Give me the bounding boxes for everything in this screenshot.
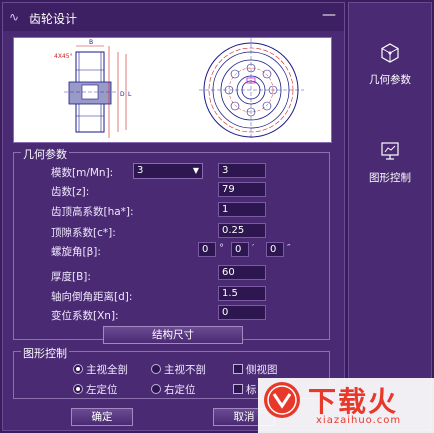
- watermark: 下载火 xiazaihuo.com: [258, 378, 434, 433]
- right-pos-label: 右定位: [164, 384, 196, 396]
- dim-l: L: [128, 91, 132, 98]
- cube-icon: [381, 43, 399, 63]
- right-pos-radio[interactable]: [151, 384, 161, 394]
- mark-label: 标: [246, 384, 257, 396]
- mark-checkbox[interactable]: [233, 384, 243, 394]
- sidebar: 几何参数 图形控制: [348, 2, 432, 431]
- teeth-label: 齿数[z]:: [51, 186, 90, 198]
- sidebar-item-geometry[interactable]: 几何参数: [349, 41, 431, 87]
- left-pos-radio[interactable]: [73, 384, 83, 394]
- structure-button[interactable]: 结构尺寸: [103, 326, 243, 344]
- title-bar: ∿ 齿轮设计 —: [3, 3, 344, 31]
- gear-preview: 4X45° B D L: [13, 37, 332, 143]
- gear-side-view: 4X45° B D L: [54, 39, 132, 138]
- minimize-button[interactable]: —: [322, 7, 336, 23]
- main-full-label: 主视全剖: [86, 364, 128, 376]
- shift-field[interactable]: 0: [218, 305, 266, 320]
- helix-second-field[interactable]: 0: [266, 242, 284, 257]
- second-symbol: ″: [287, 243, 291, 254]
- thickness-label: 厚度[B]:: [51, 271, 91, 283]
- helix-label: 螺旋角[β]:: [51, 246, 101, 258]
- dim-d: D: [120, 91, 125, 98]
- dim-b: B: [89, 39, 93, 46]
- window-title: 齿轮设计: [29, 12, 78, 26]
- app-icon: ∿: [9, 10, 20, 24]
- gear-front-view: [199, 38, 304, 140]
- degree-symbol: °: [219, 243, 224, 254]
- main-panel: ∿ 齿轮设计 — 4X45° B D L 几何参数 模数[m/Mn]: 3 ▼ …: [2, 2, 345, 431]
- clearance-field[interactable]: 0.25: [218, 223, 266, 238]
- chamfer-label-text: 轴向倒角距离[d]:: [51, 291, 133, 303]
- side-view-label: 侧视图: [246, 364, 278, 376]
- graphics-group-title: 图形控制: [21, 345, 69, 361]
- sidebar-item-graphics[interactable]: 图形控制: [349, 139, 431, 185]
- main-none-radio[interactable]: [151, 364, 161, 374]
- shift-label: 变位系数[Xn]:: [51, 310, 119, 322]
- sidebar-geometry-label: 几何参数: [369, 74, 411, 86]
- helix-degree-field[interactable]: 0: [198, 242, 216, 257]
- watermark-logo-icon: [264, 382, 300, 418]
- clearance-label: 顶隙系数[c*]:: [51, 227, 116, 239]
- monitor-icon: [381, 142, 399, 160]
- chevron-down-icon: ▼: [192, 166, 199, 175]
- main-full-radio[interactable]: [73, 364, 83, 374]
- thickness-field[interactable]: 60: [218, 265, 266, 280]
- watermark-text: 下载火: [308, 385, 399, 418]
- left-pos-label: 左定位: [86, 384, 118, 396]
- module-label: 模数[m/Mn]:: [51, 167, 114, 179]
- addendum-label: 齿顶高系数[ha*]:: [51, 206, 134, 218]
- ok-button[interactable]: 确定: [71, 408, 133, 426]
- addendum-field[interactable]: 1: [218, 202, 266, 217]
- main-none-label: 主视不剖: [164, 364, 206, 376]
- teeth-field[interactable]: 79: [218, 182, 266, 197]
- gear-drawing: 4X45° B D L: [54, 38, 304, 140]
- module-select[interactable]: 3 ▼: [133, 163, 203, 179]
- geometry-group-title: 几何参数: [21, 146, 69, 162]
- chamfer-label: 4X45°: [54, 53, 73, 60]
- helix-minute-field[interactable]: 0: [231, 242, 249, 257]
- minute-symbol: ′: [252, 243, 255, 254]
- watermark-sub: xiazaihuo.com: [316, 415, 402, 426]
- module-field[interactable]: 3: [218, 163, 266, 178]
- side-view-checkbox[interactable]: [233, 364, 243, 374]
- chamfer-field[interactable]: 1.5: [218, 286, 266, 301]
- module-select-value: 3: [137, 165, 144, 176]
- sidebar-graphics-label: 图形控制: [369, 172, 411, 184]
